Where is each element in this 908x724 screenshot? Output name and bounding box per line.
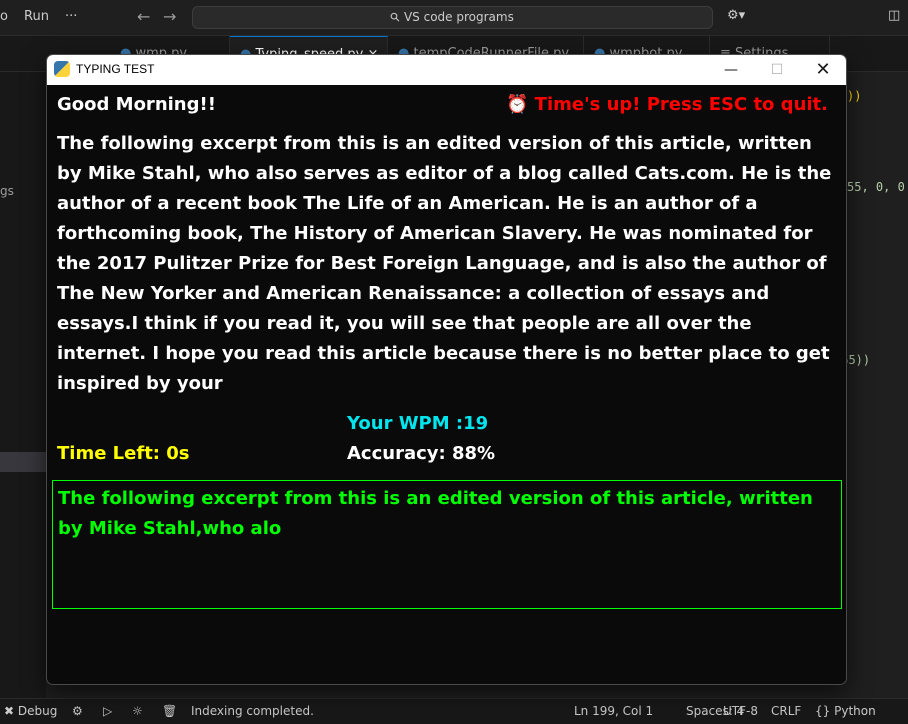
sidebar-fragment: gs (0, 184, 14, 198)
code-fragment: 55, 0, 0 (847, 180, 905, 194)
cursor-position[interactable]: Ln 199, Col 1 (574, 704, 653, 718)
python-logo-icon (54, 61, 70, 77)
game-surface: Good Morning!! ⏰ Time's up! Press ESC to… (47, 85, 846, 684)
bug-icon[interactable]: ☼ (132, 704, 143, 718)
trash-icon[interactable]: 🗑 (162, 704, 177, 718)
window-title: TYPING TEST (76, 62, 155, 76)
back-arrow-icon[interactable]: ← (137, 7, 150, 26)
greeting-text: Good Morning!! (57, 94, 216, 115)
accuracy-readout: Accuracy: 88% (347, 443, 496, 464)
debug-status[interactable]: ✖ Debug (4, 704, 57, 718)
menu-item-go[interactable]: o (0, 9, 8, 24)
window-titlebar[interactable]: TYPING TEST — ☐ ✕ (47, 55, 846, 85)
menu-item-run[interactable]: Run (24, 9, 49, 24)
eol-status[interactable]: CRLF (771, 704, 801, 718)
sidebar-selected-row[interactable] (0, 452, 46, 472)
vscode-titlebar: o Run ··· ← → ⚲VS code programs ⚙▾ ◫ (0, 0, 908, 36)
typed-text: The following excerpt from this is an ed… (58, 488, 813, 539)
search-icon: ⚲ (387, 9, 404, 26)
times-up-message: ⏰ Time's up! Press ESC to quit. (505, 94, 828, 115)
debug-icon: ✖ (4, 704, 15, 718)
status-bar: ✖ Debug ⚙ ▷ ☼ 🗑 Indexing completed. Ln 1… (0, 698, 908, 724)
menu-more[interactable]: ··· (65, 9, 77, 24)
encoding-status[interactable]: UTF-8 (723, 704, 758, 718)
gear-icon[interactable]: ⚙ (72, 704, 83, 718)
copilot-icon[interactable]: ⚙▾ (727, 8, 745, 23)
time-left-readout: Time Left: 0s (57, 443, 190, 464)
typing-input-box[interactable]: The following excerpt from this is an ed… (52, 480, 842, 609)
language-label: Python (834, 704, 876, 718)
braces-icon: {} (815, 704, 831, 718)
run-icon[interactable]: ▷ (103, 704, 112, 718)
code-fragment: )) (847, 89, 862, 103)
language-status[interactable]: {} Python (815, 704, 876, 718)
indexing-status: Indexing completed. (191, 704, 314, 718)
close-button[interactable]: ✕ (800, 55, 846, 85)
vscode-sidebar: gs (0, 72, 46, 698)
maximize-button[interactable]: ☐ (754, 55, 800, 85)
minimize-button[interactable]: — (708, 55, 754, 85)
wpm-readout: Your WPM :19 (347, 413, 489, 434)
layout-toggle-icon[interactable]: ◫ (888, 8, 900, 23)
typing-test-window: TYPING TEST — ☐ ✕ Good Morning!! ⏰ Time'… (46, 54, 847, 685)
passage-text: The following excerpt from this is an ed… (57, 133, 832, 394)
search-text: VS code programs (403, 10, 514, 24)
debug-label: Debug (17, 704, 58, 718)
command-center-search[interactable]: ⚲VS code programs (192, 6, 713, 29)
forward-arrow-icon[interactable]: → (163, 7, 176, 26)
